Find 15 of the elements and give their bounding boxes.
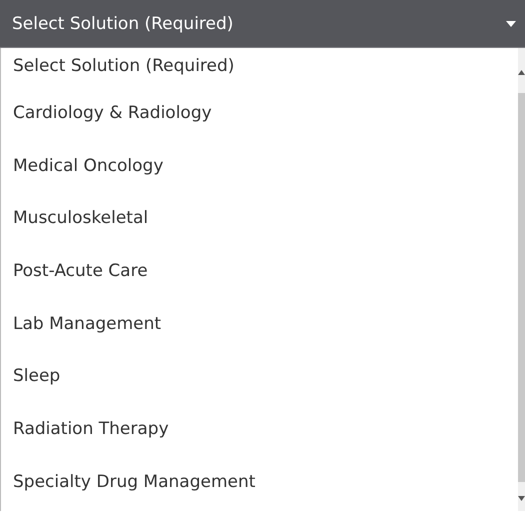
dropdown-option[interactable]: Select Solution (Required) (1, 48, 518, 94)
dropdown-option[interactable]: Cardiology & Radiology (1, 94, 518, 147)
scroll-thumb[interactable] (518, 93, 525, 482)
select-dropdown[interactable]: Select Solution (Required) (0, 0, 525, 48)
dropdown-option[interactable]: Specialty Drug Management (1, 462, 518, 512)
scrollbar[interactable] (518, 48, 525, 511)
dropdown-option[interactable]: Post-Acute Care (1, 252, 518, 305)
dropdown-option[interactable]: Medical Oncology (1, 146, 518, 200)
dropdown-option[interactable]: Musculoskeletal (1, 199, 518, 252)
dropdown-option[interactable]: Radiation Therapy (1, 410, 518, 463)
scroll-down-icon[interactable] (518, 496, 525, 501)
caret-icon (506, 20, 516, 26)
dropdown-option[interactable]: Sleep (1, 357, 518, 410)
scroll-up-icon[interactable] (518, 70, 525, 75)
dropdown-option[interactable]: Lab Management (1, 304, 518, 358)
